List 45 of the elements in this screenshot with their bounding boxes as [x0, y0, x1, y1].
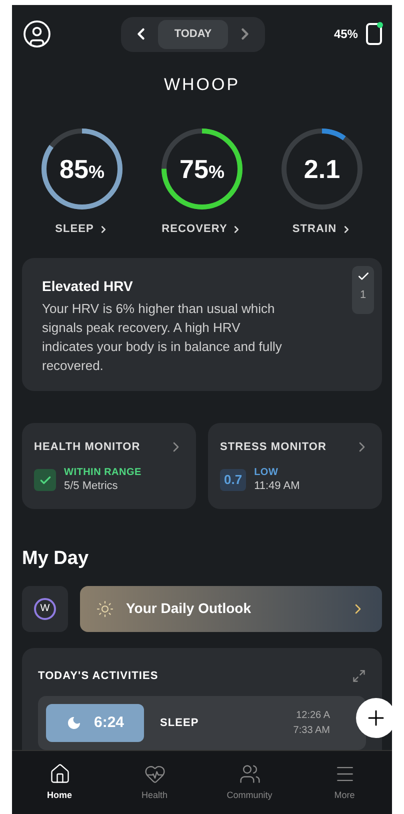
coach-logo: W — [34, 598, 56, 620]
activities-title: TODAY'S ACTIVITIES — [38, 668, 158, 684]
whoop-coach-button[interactable]: W — [22, 586, 68, 632]
today-button[interactable]: TODAY — [158, 20, 228, 48]
nav-tab[interactable]: Health — [114, 762, 194, 802]
monitor-status: WITHIN RANGE — [64, 467, 142, 480]
home-icon — [48, 762, 70, 785]
monitor-status: LOW — [254, 467, 280, 480]
score-badge: 0.7 — [220, 469, 246, 492]
sun-icon — [96, 600, 114, 618]
nav-tab[interactable]: Community — [210, 762, 290, 802]
monitor-title: STRESS MONITOR — [220, 440, 327, 454]
ring-label-link[interactable]: STRAIN — [292, 221, 352, 238]
monitor-card[interactable]: STRESS MONITOR 0.7 LOW 11:49 AM — [208, 422, 382, 510]
monitor-detail: 11:49 AM — [254, 480, 300, 494]
ring-value: 85% — [60, 156, 104, 182]
insight-title: Elevated HRV — [42, 276, 134, 296]
monitor-card[interactable]: HEALTH MONITOR WITHIN RANGE 5/5 Metrics — [22, 422, 196, 510]
monitor-title: HEALTH MONITOR — [34, 440, 140, 454]
check-icon — [356, 270, 370, 282]
logo-wordmark: WHOOP — [164, 74, 240, 96]
nav-tab[interactable]: More — [304, 762, 384, 802]
daily-outlook-button[interactable]: Your Daily Outlook — [80, 586, 382, 632]
ring-label-link[interactable]: RECOVERY — [162, 221, 242, 238]
ring-value: 75% — [180, 156, 224, 182]
insight-text: Your HRV is 6% higher than usual which signals peak recovery. A high HRV indicates your body is in balance and fully recovered. — [42, 300, 283, 374]
activity-end-time: 7:33 AM — [293, 724, 330, 738]
battery-percent: 45% — [334, 26, 358, 44]
activity-start-time: 12:26 A — [296, 709, 330, 724]
monitor-detail: 5/5 Metrics — [64, 480, 119, 494]
nav-tab[interactable]: Home — [20, 762, 100, 802]
section-heading: My Day — [22, 547, 90, 572]
activity-name: SLEEP — [160, 716, 200, 731]
check-icon — [34, 469, 56, 492]
people-icon — [238, 762, 260, 785]
insight-count: 1 — [360, 288, 366, 302]
ring-label-link[interactable]: SLEEP — [55, 221, 109, 238]
activity-row[interactable]: 6:24 SLEEP 12:26 A 7:33 AM — [38, 696, 366, 750]
acknowledge-button[interactable]: 1 — [352, 266, 374, 314]
sleep-duration-badge: 6:24 — [46, 704, 144, 742]
insight-card[interactable]: Elevated HRV Your HRV is 6% higher than usual which signals peak recovery. A high HRV indicates your body is in balance and fully recovered. 1 — [22, 258, 382, 390]
ring-value: 2.1 — [304, 156, 340, 182]
wearable-band-icon[interactable] — [366, 23, 382, 46]
profile-icon[interactable] — [22, 19, 52, 50]
expand-icon[interactable] — [352, 669, 366, 683]
